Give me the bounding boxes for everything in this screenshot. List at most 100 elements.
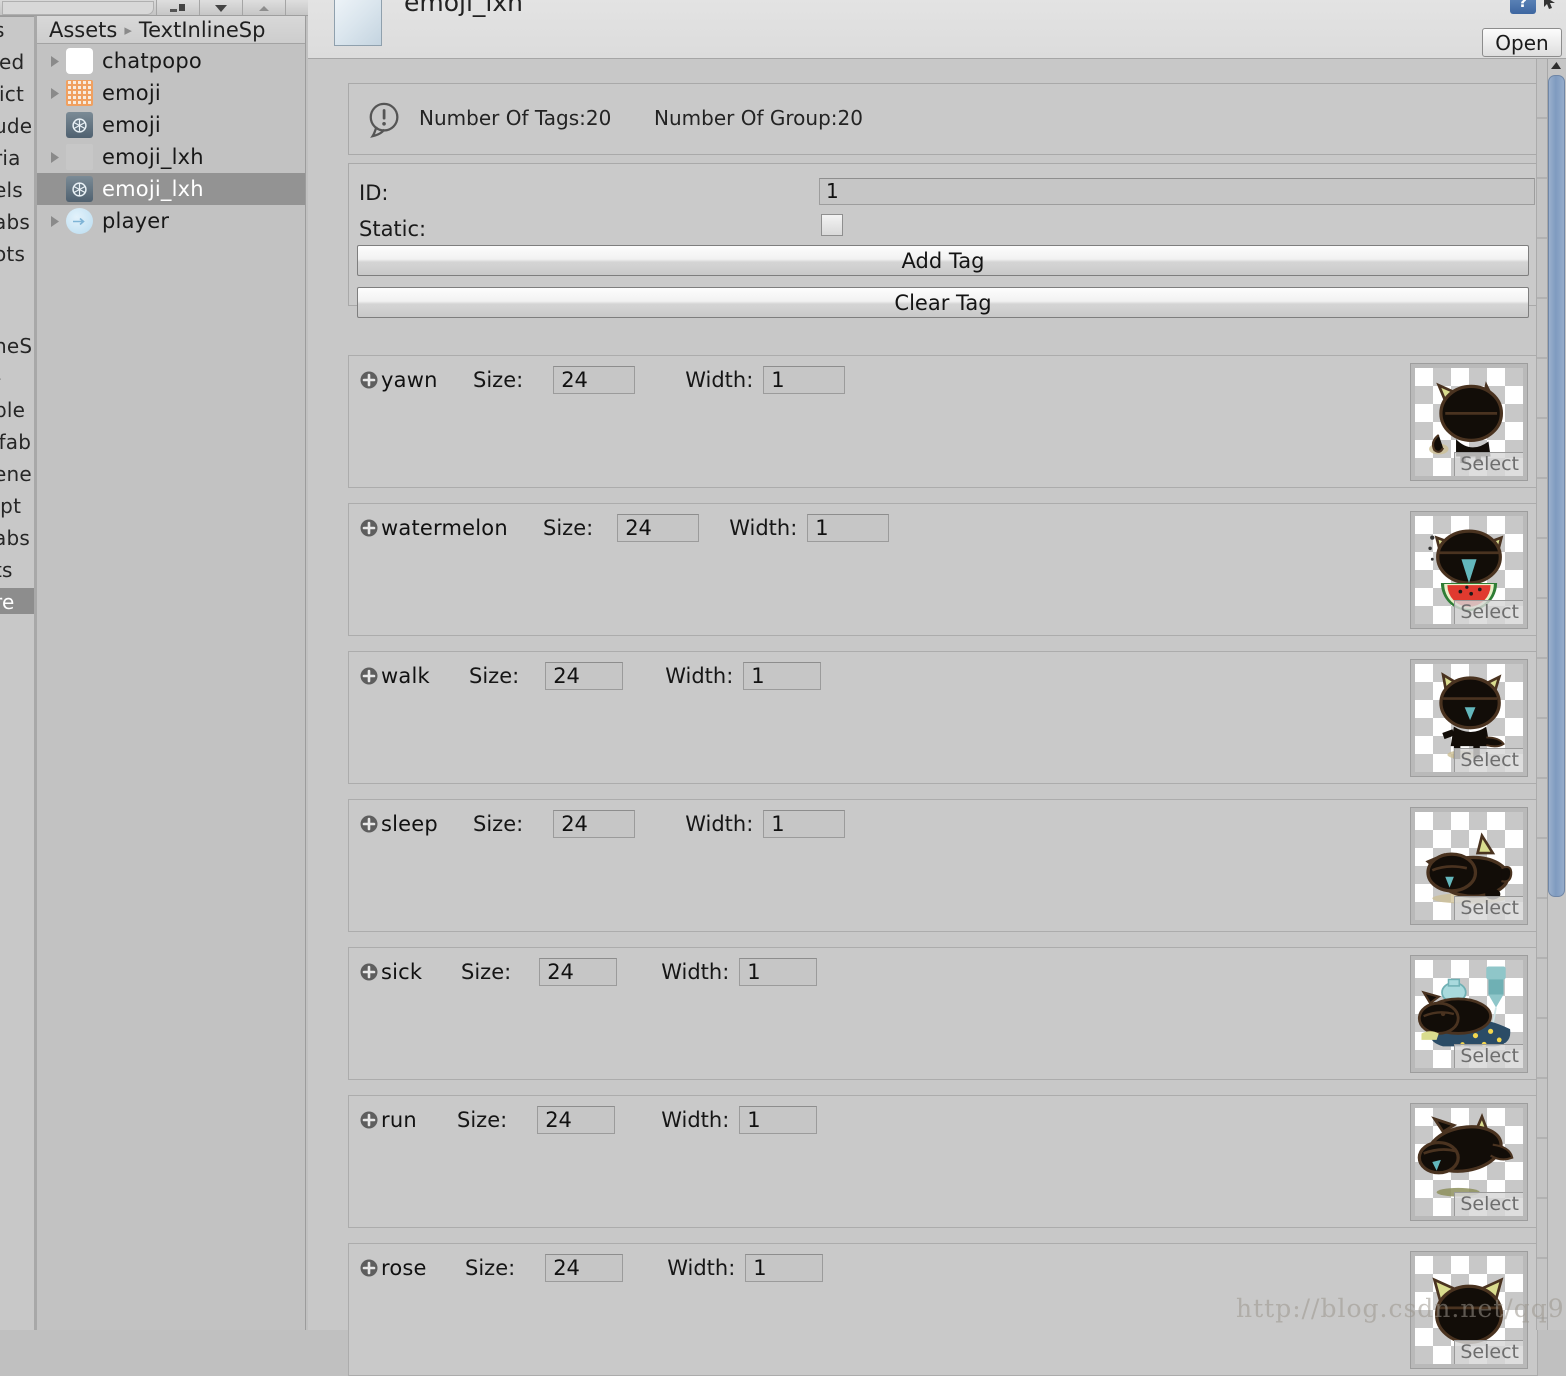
tag-row[interactable]: yawn Size: 24 Width: 1 Select bbox=[348, 355, 1538, 488]
size-input[interactable]: 24 bbox=[553, 366, 636, 394]
tag-row[interactable]: run Size: 24 Width: 1 Select bbox=[348, 1095, 1538, 1228]
expand-arrow-icon[interactable] bbox=[47, 149, 63, 165]
clipped-tree-item[interactable]: ene bbox=[0, 462, 32, 486]
unity-asset-icon bbox=[1510, 0, 1536, 14]
cat-run-sprite: Select bbox=[1415, 1108, 1523, 1216]
width-input[interactable]: 1 bbox=[743, 662, 822, 690]
tag-name-label: watermelon bbox=[381, 516, 508, 540]
inspector-scrollbar-thumb[interactable] bbox=[1548, 75, 1565, 897]
select-sprite-button[interactable]: Select bbox=[1454, 896, 1523, 920]
size-input[interactable]: 24 bbox=[537, 1106, 616, 1134]
asset-row[interactable]: emoji bbox=[37, 77, 305, 109]
width-input[interactable]: 1 bbox=[739, 1106, 818, 1134]
size-input[interactable]: 24 bbox=[539, 958, 618, 986]
width-input[interactable]: 1 bbox=[807, 514, 890, 542]
clipped-tree-item[interactable]: neS bbox=[0, 334, 32, 358]
expand-plus-icon[interactable] bbox=[359, 370, 379, 390]
static-checkbox[interactable] bbox=[821, 214, 843, 236]
id-input[interactable]: 1 bbox=[819, 178, 1535, 205]
sprite-preview[interactable]: Select bbox=[1410, 1251, 1528, 1369]
expand-plus-icon[interactable] bbox=[359, 1110, 379, 1130]
size-input[interactable]: 24 bbox=[545, 662, 624, 690]
clipped-project-tree-column[interactable]: s fied flict ude ria els abs ots neS - ple efab ene r… bbox=[0, 0, 34, 1330]
expand-arrow-icon[interactable] bbox=[47, 213, 63, 229]
clipped-tree-item[interactable]: ript bbox=[0, 494, 21, 518]
layers-icon[interactable] bbox=[156, 0, 200, 15]
tag-row[interactable]: watermelon Size: 24 Width: 1 Select bbox=[348, 503, 1538, 636]
tag-row[interactable]: sick Size: 24 Width: 1 Select bbox=[348, 947, 1538, 1080]
asset-row[interactable]: emoji_lxh bbox=[37, 141, 305, 173]
clipped-tree-item[interactable]: ots bbox=[0, 242, 25, 266]
size-input[interactable]: 24 bbox=[553, 810, 636, 838]
sprite-preview[interactable]: Select bbox=[1410, 807, 1528, 925]
asset-row-selected[interactable]: emoji_lxh bbox=[37, 173, 305, 205]
toolbar-overflow-icon[interactable] bbox=[285, 0, 310, 15]
tag-row[interactable]: sleep Size: 24 Width: 1 Select bbox=[348, 799, 1538, 932]
width-input[interactable]: 1 bbox=[763, 810, 846, 838]
tag-name-label: sick bbox=[381, 960, 423, 984]
breadcrumb-current[interactable]: TextInlineSp bbox=[139, 18, 266, 42]
sprite-preview[interactable]: Select bbox=[1410, 1103, 1528, 1221]
expand-plus-icon[interactable] bbox=[359, 962, 379, 982]
prefab-icon bbox=[66, 208, 93, 234]
select-sprite-button[interactable]: Select bbox=[1454, 452, 1523, 476]
clipped-tree-item[interactable]: els bbox=[0, 178, 23, 202]
size-label: Size: bbox=[465, 1256, 516, 1280]
asset-row[interactable]: emoji bbox=[37, 109, 305, 141]
sprite-preview[interactable]: Select bbox=[1410, 955, 1528, 1073]
collapse-icon[interactable] bbox=[242, 0, 286, 15]
clipped-tree-item[interactable]: flict bbox=[0, 82, 24, 106]
add-tag-button[interactable]: Add Tag bbox=[357, 245, 1529, 276]
width-input[interactable]: 1 bbox=[745, 1254, 824, 1282]
scroll-up-icon[interactable] bbox=[1549, 58, 1564, 73]
inspector-scrollbar[interactable] bbox=[1547, 59, 1566, 1330]
select-sprite-button[interactable]: Select bbox=[1454, 1192, 1523, 1216]
size-label: Size: bbox=[457, 1108, 508, 1132]
sprite-preview[interactable]: Select bbox=[1410, 511, 1528, 629]
expand-plus-icon[interactable] bbox=[359, 814, 379, 834]
tag-row[interactable]: rose Size: 24 Width: 1 Select bbox=[348, 1243, 1538, 1376]
expand-arrow-icon[interactable] bbox=[47, 53, 63, 69]
clipped-tree-item[interactable]: efab bbox=[0, 430, 31, 454]
expand-plus-icon[interactable] bbox=[359, 518, 379, 538]
spritesheet-icon bbox=[66, 80, 93, 106]
size-input[interactable]: 24 bbox=[545, 1254, 624, 1282]
select-sprite-button[interactable]: Select bbox=[1454, 1340, 1523, 1364]
expand-plus-icon[interactable] bbox=[359, 1258, 379, 1278]
sprite-preview[interactable]: Select bbox=[1410, 659, 1528, 777]
width-input[interactable]: 1 bbox=[763, 366, 846, 394]
breadcrumb-root[interactable]: Assets bbox=[49, 18, 117, 42]
clipped-tree-item[interactable]: ple bbox=[0, 398, 25, 422]
expand-arrow-icon[interactable] bbox=[47, 85, 63, 101]
size-input[interactable]: 24 bbox=[617, 514, 700, 542]
asset-row[interactable]: player bbox=[37, 205, 305, 237]
clipped-tree-item[interactable]: ude bbox=[0, 114, 32, 138]
asset-list[interactable]: chatpopo emoji emoji emoji_lxh emoji_lxh play… bbox=[37, 45, 305, 1330]
clipped-tree-item[interactable]: abs bbox=[0, 526, 30, 550]
cat-sleep-sprite: Select bbox=[1415, 812, 1523, 920]
clear-tag-button[interactable]: Clear Tag bbox=[357, 287, 1529, 318]
select-sprite-button[interactable]: Select bbox=[1454, 748, 1523, 772]
expand-plus-icon[interactable] bbox=[359, 666, 379, 686]
width-input[interactable]: 1 bbox=[739, 958, 818, 986]
search-input[interactable] bbox=[2, 1, 154, 15]
tag-row[interactable]: walk Size: 24 Width: 1 Select bbox=[348, 651, 1538, 784]
clipped-tree-item[interactable]: ria bbox=[0, 146, 21, 170]
select-sprite-button[interactable]: Select bbox=[1454, 1044, 1523, 1068]
page-title: emoji_lxh bbox=[404, 0, 524, 17]
clipped-tree-item[interactable]: - bbox=[0, 366, 1, 390]
help-arrow-icon[interactable] bbox=[1542, 0, 1558, 10]
inspector-body: Number Of Tags:20 Number Of Group:20 ID:… bbox=[308, 59, 1566, 1376]
clipped-tree-item[interactable]: abs bbox=[0, 210, 30, 234]
clipped-tree-item[interactable]: s bbox=[0, 18, 5, 42]
asset-row[interactable]: chatpopo bbox=[37, 45, 305, 77]
clipped-tree-item[interactable]: ts bbox=[0, 558, 13, 582]
layout-dropdown-icon[interactable] bbox=[199, 0, 243, 15]
select-sprite-button[interactable]: Select bbox=[1454, 600, 1523, 624]
open-button[interactable]: Open bbox=[1482, 28, 1562, 57]
clipped-tree-item[interactable]: re bbox=[0, 590, 15, 614]
clipped-tree-item[interactable]: fied bbox=[0, 50, 24, 74]
project-panel: Assets ▸ TextInlineSp chatpopo emoji emoji… bbox=[37, 16, 306, 1330]
breadcrumb[interactable]: Assets ▸ TextInlineSp bbox=[37, 16, 305, 44]
sprite-preview[interactable]: Select bbox=[1410, 363, 1528, 481]
